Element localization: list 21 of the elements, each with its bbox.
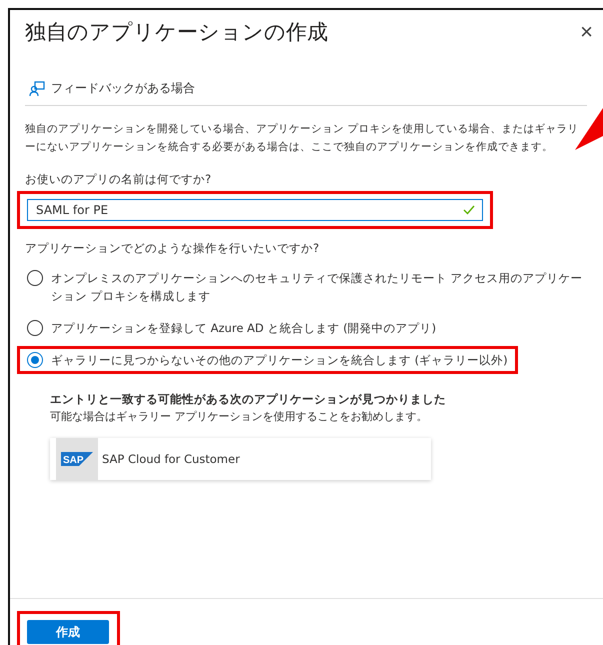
feedback-link[interactable]: フィードバックがある場合: [25, 80, 597, 105]
radio-icon[interactable]: [27, 270, 43, 286]
radio-icon[interactable]: [27, 320, 43, 336]
radio-option[interactable]: ギャラリーに見つからないその他のアプリケーションを統合します (ギャラリー以外): [27, 351, 508, 369]
close-button[interactable]: ×: [576, 21, 597, 43]
app-logo: SAP: [56, 438, 98, 480]
radio-option[interactable]: アプリケーションを登録して Azure AD と統合します (開発中のアプリ): [27, 319, 436, 337]
suggestion-text: 可能な場合はギャラリー アプリケーションを使用することをお勧めします。: [50, 409, 428, 424]
app-name: SAP Cloud for Customer: [102, 452, 240, 466]
annotation-arrow: [575, 108, 603, 150]
radio-option[interactable]: オンプレミスのアプリケーションへのセキュリティで保護されたリモート アクセス用のアプリケーション プロキシを構成します: [27, 269, 587, 305]
field-label: お使いのアプリの名前は何ですか?: [25, 172, 212, 187]
radio-icon[interactable]: [27, 352, 43, 368]
app-card[interactable]: SAP SAP Cloud for Customer: [50, 438, 431, 480]
suggestion-heading: エントリと一致する可能性がある次のアプリケーションが見つかりました: [50, 392, 447, 407]
feedback-icon: [29, 80, 45, 96]
app-name-field[interactable]: SAML for PE: [27, 199, 483, 221]
question-label: アプリケーションでどのような操作を行いたいですか?: [25, 241, 320, 256]
description-text: 独自のアプリケーションを開発している場合、アプリケーション プロキシを使用している場合、またはギャラリーにないアプリケーションを統合する必要がある場合は、ここで独自のアプリケーションを作成できます。: [25, 122, 580, 155]
panel-title: 独自のアプリケーションの作成: [25, 19, 328, 46]
create-button[interactable]: 作成: [27, 620, 109, 644]
